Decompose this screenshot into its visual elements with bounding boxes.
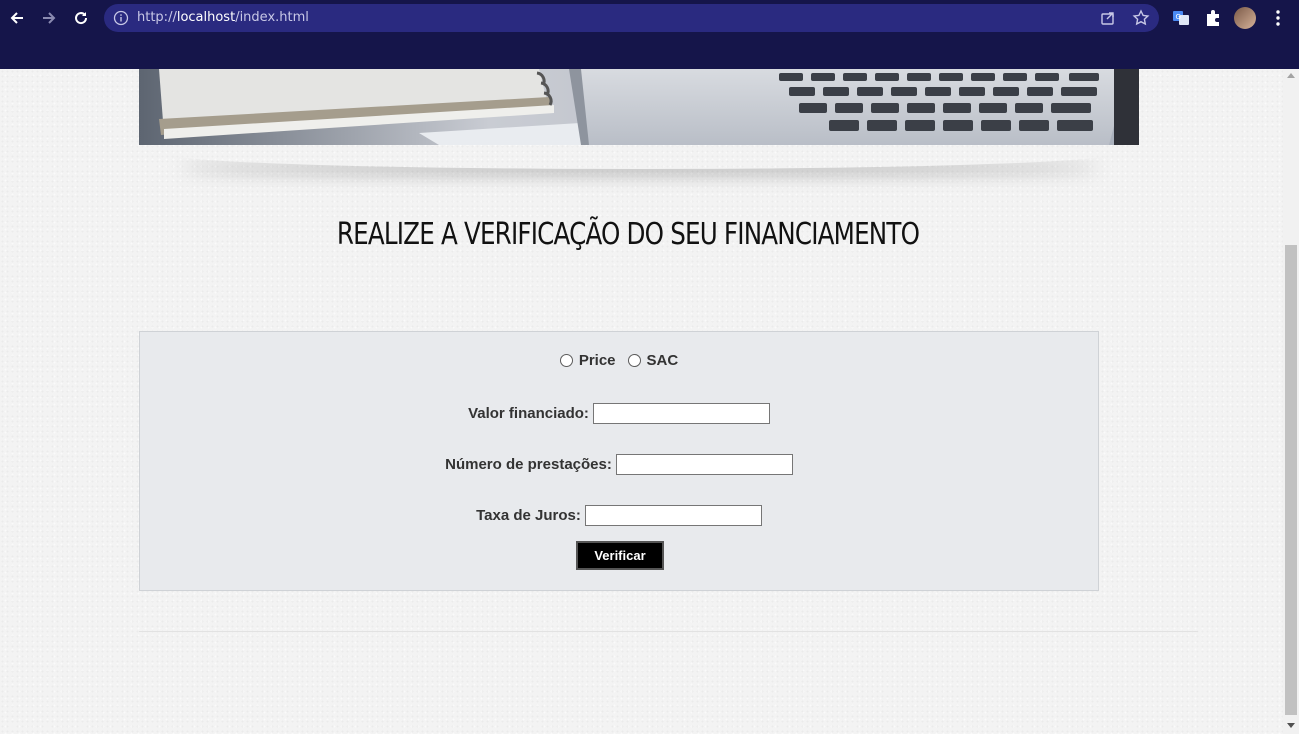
star-icon[interactable] [1132, 9, 1150, 27]
footer-divider [139, 631, 1198, 632]
numero-prestacoes-input[interactable] [615, 454, 793, 475]
taxa-juros-label: Taxa de Juros: [476, 507, 581, 524]
scroll-up-arrow-icon[interactable] [1287, 73, 1295, 78]
url-path: /index.html [235, 10, 309, 25]
field-taxa-juros: Taxa de Juros: [140, 505, 1098, 526]
forward-arrow-icon[interactable] [37, 6, 61, 30]
hero-image [139, 69, 1139, 145]
reload-icon[interactable] [69, 6, 93, 30]
numero-prestacoes-label: Número de prestações: [445, 456, 612, 473]
scroll-thumb[interactable] [1285, 245, 1297, 715]
page-scrollbar[interactable] [1283, 69, 1299, 734]
scroll-down-arrow-icon[interactable] [1287, 723, 1295, 728]
option-sac-label: SAC [646, 352, 679, 369]
valor-financiado-label: Valor financiado: [468, 405, 589, 422]
verify-button[interactable]: Verificar [576, 541, 664, 570]
url-text: http://localhost/index.html [137, 10, 309, 26]
url-host: localhost [176, 10, 236, 25]
page-title: REALIZE A VERIFICAÇÃO DO SEU FINANCIAMEN… [336, 217, 920, 252]
share-icon[interactable] [1099, 9, 1117, 27]
radio-sac[interactable] [627, 354, 641, 367]
svg-text:G: G [1176, 13, 1181, 21]
financing-form: Price SAC Valor financiado: Número de pr… [139, 331, 1099, 591]
url-scheme: http:// [137, 10, 177, 25]
field-valor-financiado: Valor financiado: [140, 403, 1098, 424]
back-arrow-icon[interactable] [5, 6, 29, 30]
field-numero-prestacoes: Número de prestações: [140, 454, 1098, 475]
taxa-juros-input[interactable] [584, 505, 762, 526]
amortization-options: Price SAC [140, 352, 1098, 369]
translate-icon[interactable]: G [1171, 8, 1191, 28]
radio-price[interactable] [559, 354, 573, 367]
browser-chrome: http://localhost/index.html G [0, 0, 1299, 69]
info-icon[interactable] [113, 10, 129, 26]
puzzle-icon[interactable] [1203, 8, 1223, 28]
option-price-label: Price [578, 352, 616, 369]
option-sac[interactable]: SAC [627, 352, 679, 369]
valor-financiado-input[interactable] [592, 403, 770, 424]
option-price[interactable]: Price [559, 352, 616, 369]
page-viewport: REALIZE A VERIFICAÇÃO DO SEU FINANCIAMEN… [0, 69, 1283, 734]
address-bar[interactable]: http://localhost/index.html [104, 4, 1159, 32]
browser-toolbar: http://localhost/index.html G [0, 0, 1299, 36]
avatar[interactable] [1234, 7, 1256, 29]
kebab-menu-icon[interactable] [1268, 8, 1288, 28]
